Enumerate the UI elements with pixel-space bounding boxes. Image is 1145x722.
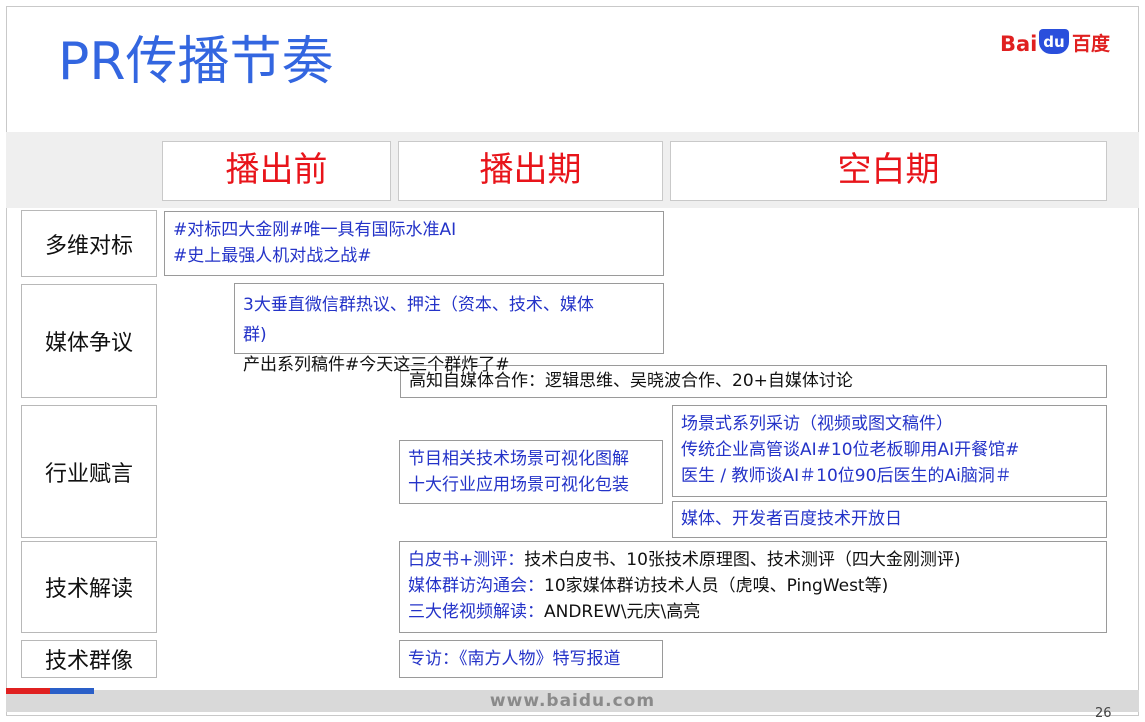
cell-open-day: 媒体、开发者百度技术开放日	[672, 501, 1107, 538]
cell-line-label: 三大佬视频解读：	[408, 602, 544, 622]
row-label-tech-portrait: 技术群像	[21, 640, 157, 678]
row-label-media-debate: 媒体争议	[21, 284, 157, 398]
cell-industry-visual: 节目相关技术场景可视化图解 十大行业应用场景可视化包装	[399, 440, 663, 504]
slide-title: PR传播节奏	[58, 32, 334, 92]
cell-media-debate-overflow: 产出系列稿件#今天这三个群炸了#	[243, 355, 510, 375]
cell-line: #对标四大金刚#唯一具有国际水准AI	[173, 220, 457, 240]
baidu-paw-icon: du	[1039, 29, 1069, 54]
cell-line: 白皮书+测评：技术白皮书、10张技术原理图、技术测评（四大金刚测评)	[408, 547, 1098, 573]
cell-industry-interview: 场景式系列采访（视频或图文稿件） 传统企业高管谈AI#10位老板聊用AI开餐馆#…	[672, 405, 1107, 497]
cell-line: 媒体群访沟通会：10家媒体群访技术人员（虎嗅、PingWest等)	[408, 573, 1098, 599]
cell-tech-reading: 白皮书+测评：技术白皮书、10张技术原理图、技术测评（四大金刚测评) 媒体群访沟…	[399, 541, 1107, 633]
column-header-broadcast: 播出期	[398, 141, 663, 201]
cell-line-label: 媒体群访沟通会：	[408, 576, 544, 596]
row-label-industry-voice: 行业赋言	[21, 405, 157, 538]
baidu-logo-text: 百度	[1072, 33, 1111, 55]
footer-url: www.baidu.com	[489, 691, 656, 711]
cell-line: 场景式系列采访（视频或图文稿件）	[681, 414, 953, 434]
cell-dimension-compare: #对标四大金刚#唯一具有国际水准AI #史上最强人机对战之战#	[164, 211, 664, 276]
cell-line-text: ANDREW\元庆\高亮	[544, 602, 701, 622]
cell-media-debate: 3大垂直微信群热议、押注（资本、技术、媒体 群)	[234, 283, 664, 354]
column-header-pre-broadcast: 播出前	[162, 141, 391, 201]
cell-line: 传统企业高管谈AI#10位老板聊用AI开餐馆#	[681, 440, 1020, 460]
cell-tech-portrait: 专访：《南方人物》特写报道	[399, 640, 663, 678]
cell-line: 三大佬视频解读：ANDREW\元庆\高亮	[408, 599, 1098, 625]
column-header-blank-period: 空白期	[670, 141, 1107, 201]
cell-line-label: 白皮书+测评：	[408, 550, 525, 570]
cell-line: 群)	[243, 325, 267, 345]
cell-line: 节目相关技术场景可视化图解	[408, 449, 629, 469]
cell-line: 3大垂直微信群热议、押注（资本、技术、媒体	[243, 295, 594, 315]
cell-line: 十大行业应用场景可视化包装	[408, 475, 629, 495]
cell-line-text: 10家媒体群访技术人员（虎嗅、PingWest等)	[544, 576, 889, 596]
row-label-tech-reading: 技术解读	[21, 541, 157, 633]
cell-line: #史上最强人机对战之战#	[173, 246, 372, 266]
row-label-dimension-compare: 多维对标	[21, 210, 157, 277]
cell-line-text: 技术白皮书、10张技术原理图、技术测评（四大金刚测评)	[524, 550, 961, 570]
baidu-logo-bai: Bai	[1000, 32, 1038, 56]
cell-line: 医生 / 教师谈AI＃10位90后医生的Ai脑洞＃	[681, 466, 1012, 486]
